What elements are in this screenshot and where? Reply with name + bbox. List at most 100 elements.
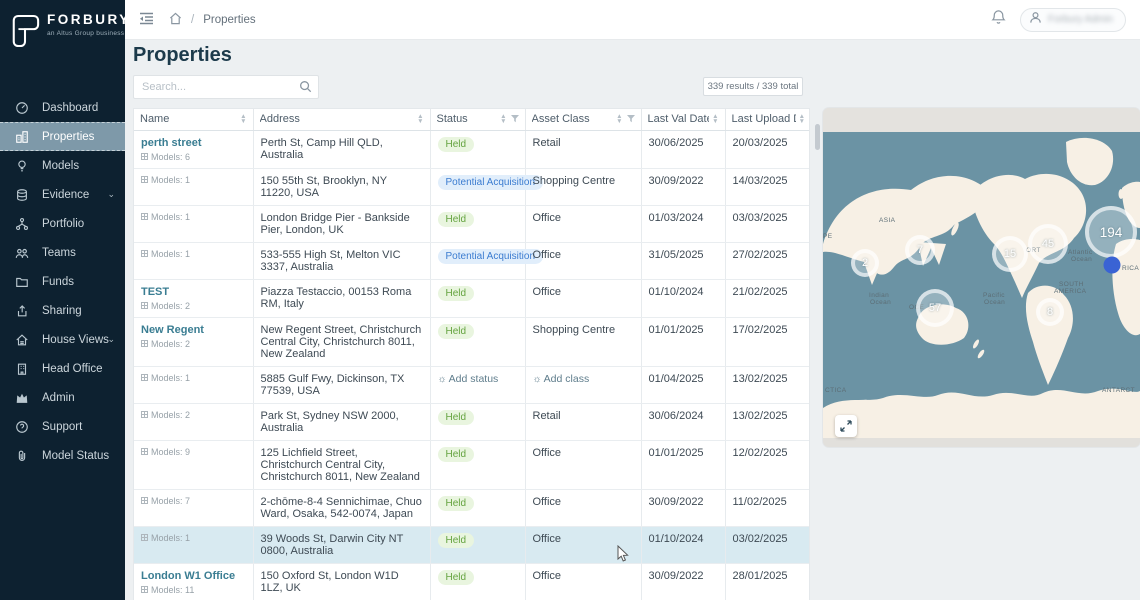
sidebar-item-label: Model Status	[42, 450, 109, 462]
column-header-name[interactable]: Name▲▼	[134, 109, 253, 130]
filter-icon[interactable]	[627, 115, 635, 123]
filter-icon[interactable]	[511, 115, 519, 123]
sidebar-item-head-office[interactable]: Head Office	[0, 354, 125, 383]
sidebar-item-admin[interactable]: Admin	[0, 383, 125, 412]
sidebar-item-model-status[interactable]: Model Status	[0, 441, 125, 470]
user-menu[interactable]: Forbury Admin	[1020, 8, 1126, 32]
column-header-asset-class[interactable]: Asset Class▲▼	[525, 109, 641, 130]
sort-icon[interactable]: ▲▼	[616, 115, 622, 124]
table-row[interactable]: London W1 OfficeModels: 11150 Oxford St,…	[134, 563, 810, 600]
table-row[interactable]: Models: 1533-555 High St, Melton VIC 333…	[134, 242, 810, 279]
property-name-link[interactable]: London W1 Office	[141, 570, 246, 582]
sun-icon: ☼	[438, 374, 447, 385]
map-cluster-15[interactable]: 15	[992, 236, 1028, 272]
sidebar-item-portfolio[interactable]: Portfolio	[0, 209, 125, 238]
status-cell: Held	[430, 130, 525, 168]
property-name-link[interactable]: New Regent	[141, 324, 246, 336]
table-row[interactable]: Models: 139 Woods St, Darwin City NT 080…	[134, 526, 810, 563]
user-name-redacted: Forbury Admin	[1048, 14, 1113, 25]
name-cell: Models: 1	[134, 366, 253, 403]
breadcrumb-current[interactable]: Properties	[203, 14, 255, 26]
map-cluster-194[interactable]: 194	[1085, 206, 1137, 258]
map-selected-point[interactable]	[1104, 257, 1121, 274]
name-cell: London W1 OfficeModels: 11	[134, 563, 253, 600]
map-cluster-2[interactable]: 2	[851, 249, 879, 277]
map-label: SOUTH	[1059, 281, 1084, 288]
search-icon[interactable]	[299, 80, 312, 98]
status-cell: Potential Acquisition	[430, 168, 525, 205]
table-row[interactable]: Models: 9125 Lichfield Street, Christchu…	[134, 440, 810, 489]
column-header-status[interactable]: Status▲▼	[430, 109, 525, 130]
models-grid-icon	[141, 586, 148, 593]
map-cluster-8[interactable]: 8	[1036, 298, 1064, 326]
collapse-menu-icon[interactable]	[139, 12, 154, 28]
models-grid-icon	[141, 411, 148, 418]
sidebar-item-label: Properties	[42, 131, 94, 143]
sidebar-item-models[interactable]: Models	[0, 151, 125, 180]
table-row[interactable]: Models: 72-chōme-8-4 Sennichimae, Chuo W…	[134, 489, 810, 526]
add-status-link[interactable]: ☼Add status	[438, 373, 499, 385]
last-val-date-cell: 30/09/2022	[641, 489, 725, 526]
table-row[interactable]: Models: 15885 Gulf Fwy, Dickinson, TX 77…	[134, 366, 810, 403]
brand-logo[interactable]: FORBURY an Altus Group business	[0, 0, 125, 63]
table-row[interactable]: New RegentModels: 2New Regent Street, Ch…	[134, 317, 810, 366]
status-cell: Held	[430, 317, 525, 366]
last-upload-date-cell: 21/02/2025	[725, 279, 810, 317]
map-card: ASIAPEIndianOceanOCEPacificOceanORTAtlan…	[823, 108, 1140, 447]
status-badge: Held	[438, 533, 475, 548]
map-cluster-45[interactable]: 45	[1028, 224, 1068, 264]
models-count: Models: 2	[141, 339, 246, 349]
status-cell: Potential Acquisition	[430, 242, 525, 279]
property-name-link[interactable]: TEST	[141, 286, 246, 298]
property-name-link[interactable]: perth street	[141, 137, 246, 149]
sidebar-item-funds[interactable]: Funds	[0, 267, 125, 296]
status-badge: Potential Acquisition	[438, 175, 544, 190]
help-icon	[14, 419, 29, 434]
sort-icon[interactable]: ▲▼	[500, 115, 506, 124]
models-count: Models: 2	[141, 301, 246, 311]
sort-icon[interactable]: ▲▼	[240, 115, 246, 124]
map-expand-button[interactable]	[835, 415, 857, 437]
sidebar-item-house-views[interactable]: House Views⌄	[0, 325, 125, 354]
models-grid-icon	[141, 153, 148, 160]
user-avatar-icon	[1029, 11, 1042, 29]
house-icon	[14, 332, 29, 347]
sidebar-item-label: Admin	[42, 392, 75, 404]
table-row[interactable]: Models: 2Park St, Sydney NSW 2000, Austr…	[134, 403, 810, 440]
column-header-last-upload-date[interactable]: Last Upload Date▲▼	[725, 109, 810, 130]
sidebar-item-sharing[interactable]: Sharing	[0, 296, 125, 325]
sidebar-item-support[interactable]: Support	[0, 412, 125, 441]
address-cell: Piazza Testaccio, 00153 Roma RM, Italy	[253, 279, 430, 317]
last-val-date-cell: 30/09/2022	[641, 168, 725, 205]
sort-icon[interactable]: ▲▼	[799, 115, 805, 124]
sidebar-item-evidence[interactable]: Evidence⌄	[0, 180, 125, 209]
table-row[interactable]: TEST Models: 2 Piazza Testaccio, 00153 Rom…	[134, 279, 810, 317]
sidebar-item-teams[interactable]: Teams	[0, 238, 125, 267]
sort-icon[interactable]: ▲▼	[712, 115, 718, 124]
search-input[interactable]	[133, 75, 319, 99]
home-icon[interactable]	[169, 12, 182, 28]
column-header-address[interactable]: Address▲▼	[253, 109, 430, 130]
map-cluster-57[interactable]: 57	[916, 289, 954, 327]
table-row[interactable]: perth streetModels: 6Perth St, Camp Hill…	[134, 130, 810, 168]
sidebar-item-properties[interactable]: Properties	[0, 122, 125, 151]
sidebar-item-label: Portfolio	[42, 218, 84, 230]
status-cell: Held	[430, 205, 525, 242]
sidebar-item-dashboard[interactable]: Dashboard	[0, 93, 125, 122]
map-cluster-7[interactable]: 7	[905, 235, 935, 265]
sort-icon[interactable]: ▲▼	[417, 115, 423, 124]
table-scrollbar[interactable]	[815, 124, 820, 150]
sidebar-item-label: Teams	[42, 247, 76, 259]
table-row[interactable]: Models: 1London Bridge Pier - Bankside P…	[134, 205, 810, 242]
column-header-last-val-date[interactable]: Last Val Date▲▼	[641, 109, 725, 130]
name-cell: perth street Models: 6	[134, 130, 253, 168]
table-row[interactable]: Models: 1150 55th St, Brooklyn, NY 11220…	[134, 168, 810, 205]
world-map[interactable]: ASIAPEIndianOceanOCEPacificOceanORTAtlan…	[823, 132, 1140, 438]
models-count: Models: 6	[141, 152, 246, 162]
asset-class-cell: ☼Add class	[525, 366, 641, 403]
status-cell: Held	[430, 563, 525, 600]
notifications-bell-icon[interactable]	[991, 9, 1006, 30]
map-label: ASIA	[879, 217, 896, 224]
add-class-link[interactable]: ☼Add class	[533, 373, 590, 385]
last-val-date-cell: 30/06/2024	[641, 403, 725, 440]
